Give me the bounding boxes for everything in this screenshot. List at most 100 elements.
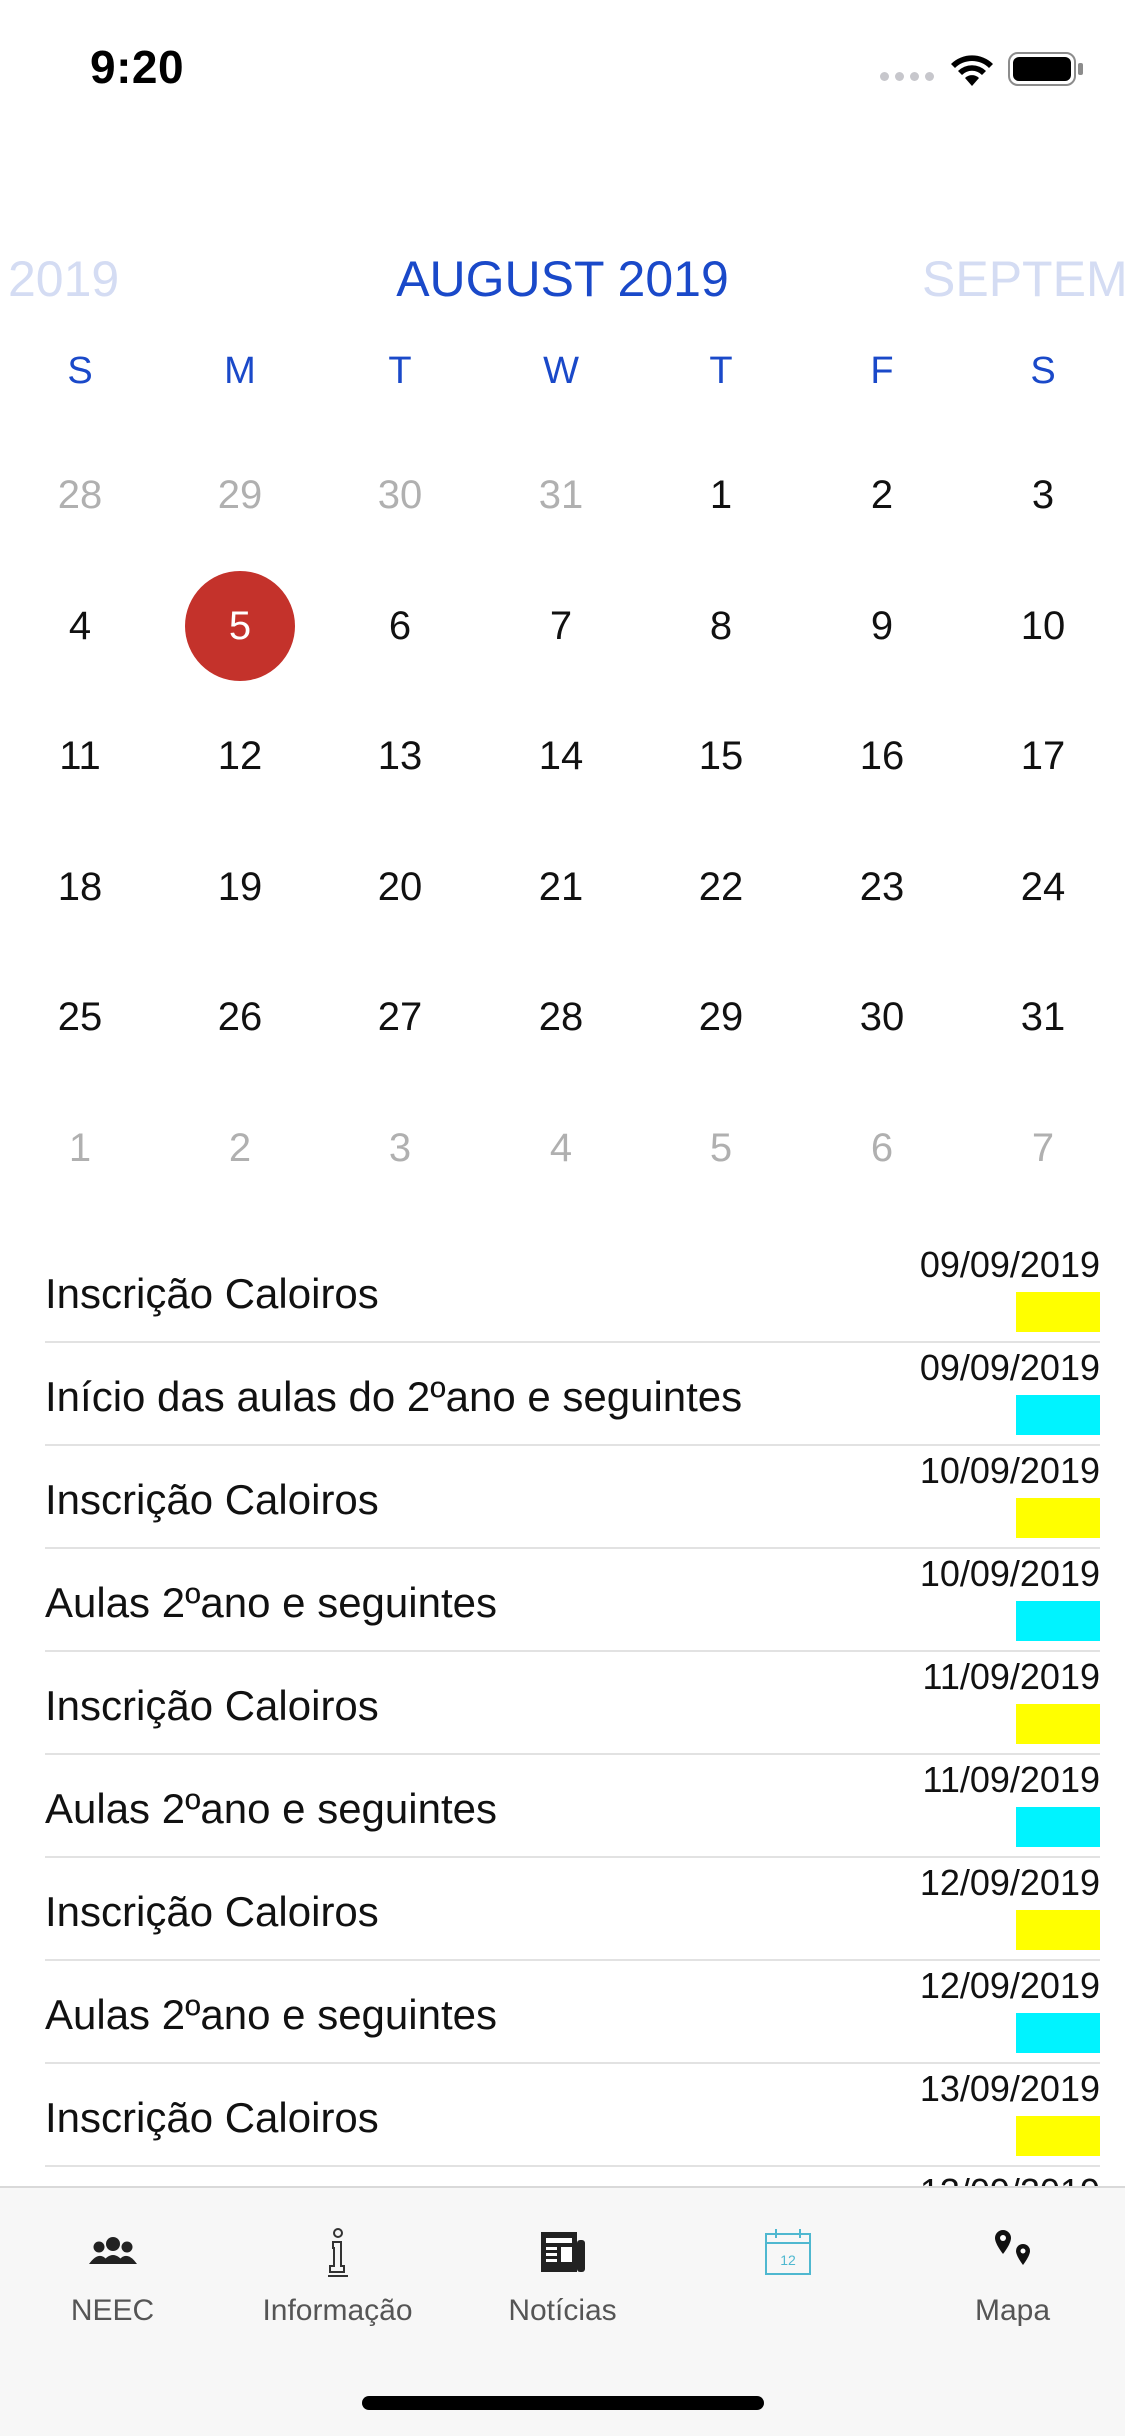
weekday-label: M (224, 350, 256, 392)
calendar-day[interactable]: 26 (185, 962, 295, 1072)
calendar-day[interactable]: 10 (988, 571, 1098, 681)
event-title: Inscrição Caloiros (45, 1682, 379, 1729)
event-row[interactable]: Início das aulas do 2ºano e seguintes 09/… (45, 1343, 1100, 1446)
calendar-day[interactable]: 15 (666, 701, 776, 811)
event-title: Inscrição Caloiros (45, 1888, 379, 1935)
tab-noticias[interactable]: Notícias (450, 2188, 675, 2348)
calendar-day[interactable]: 16 (827, 701, 937, 811)
event-row[interactable]: Inscrição Caloiros 13/09/2019 (45, 2064, 1100, 2167)
calendar-day[interactable]: 23 (827, 832, 937, 942)
event-title: Inscrição Caloiros (45, 1270, 379, 1317)
calendar-day[interactable]: 29 (185, 440, 295, 550)
event-color-tag (1016, 1395, 1100, 1435)
calendar-day[interactable]: 4 (506, 1093, 616, 1203)
event-date: 10/09/2019 (919, 1450, 1100, 1491)
event-date: 12/09/2019 (919, 1965, 1100, 2006)
calendar-day[interactable]: 28 (25, 440, 135, 550)
calendar-day[interactable]: 5 (666, 1093, 776, 1203)
calendar-day[interactable]: 6 (345, 571, 455, 681)
calendar-icon: 12 (764, 2229, 811, 2275)
event-title: Inscrição Caloiros (45, 1476, 379, 1523)
calendar-day[interactable]: 12 (185, 701, 295, 811)
tab-label: Mapa (974, 2294, 1051, 2327)
calendar-day[interactable]: 11 (25, 701, 135, 811)
calendar-day[interactable]: 25 (25, 962, 135, 1072)
event-row[interactable]: Aulas 2ºano e seguintes 11/09/2019 (45, 1755, 1100, 1858)
event-date: 13/09/2019 (919, 2068, 1100, 2109)
event-title: Aulas 2ºano e seguintes (45, 1991, 497, 2038)
map-pins-icon (994, 2230, 1030, 2265)
calendar-day[interactable]: 9 (827, 571, 937, 681)
calendar-day[interactable]: 19 (185, 832, 295, 942)
tab-informacao[interactable]: Informação (225, 2188, 450, 2348)
tab-label: Notícias (508, 2294, 617, 2327)
weekday-label: F (870, 350, 894, 392)
weekday-label: S (67, 350, 93, 392)
tab-neec[interactable]: NEEC (0, 2188, 225, 2348)
calendar-day[interactable]: 30 (827, 962, 937, 1072)
event-row[interactable]: Inscrição Caloiros 09/09/2019 (45, 1240, 1100, 1343)
event-color-tag (1016, 1292, 1100, 1332)
event-color-tag (1016, 1807, 1100, 1847)
event-row[interactable]: Inscrição Caloiros 10/09/2019 (45, 1446, 1100, 1549)
calendar-day[interactable]: 2 (185, 1093, 295, 1203)
status-bar: 9:20 (0, 0, 1125, 140)
calendar-day[interactable]: 2 (827, 440, 937, 550)
tab-label: NEEC (70, 2294, 155, 2327)
calendar-day-selected[interactable]: 5 (185, 570, 295, 681)
calendar-day[interactable]: 31 (506, 440, 616, 550)
tab-mapa[interactable]: Mapa (900, 2188, 1125, 2348)
weekday-header: SMTWTFS (0, 350, 1125, 410)
event-title: Início das aulas do 2ºano e seguintes (45, 1373, 743, 1420)
info-icon (327, 2228, 348, 2277)
calendar-day[interactable]: 24 (988, 832, 1098, 942)
calendar-day[interactable]: 20 (345, 832, 455, 942)
newspaper-icon (540, 2232, 585, 2272)
calendar-day[interactable]: 7 (506, 571, 616, 681)
next-month-label[interactable]: SEPTEMBER (922, 250, 1125, 308)
tab-label: Informação (262, 2294, 413, 2327)
event-date: 12/09/2019 (919, 1862, 1100, 1903)
calendar-day[interactable]: 29 (666, 962, 776, 1072)
calendar-day[interactable]: 8 (666, 571, 776, 681)
calendar-day[interactable]: 18 (25, 832, 135, 942)
event-row[interactable]: Aulas 2ºano e seguintes 10/09/2019 (45, 1549, 1100, 1652)
event-date: 09/09/2019 (919, 1347, 1100, 1388)
calendar-day[interactable]: 30 (345, 440, 455, 550)
status-time: 9:20 (90, 41, 185, 93)
calendar-day[interactable]: 6 (827, 1093, 937, 1203)
calendar-day[interactable]: 1 (25, 1093, 135, 1203)
calendar-day[interactable]: 4 (25, 571, 135, 681)
event-color-tag (1016, 1704, 1100, 1744)
weekday-label: W (543, 350, 579, 392)
weekday-label: T (709, 350, 733, 392)
calendar-day[interactable]: 28 (506, 962, 616, 1072)
event-color-tag (1016, 2116, 1100, 2156)
people-group-icon (88, 2237, 137, 2264)
home-indicator[interactable] (362, 2396, 764, 2410)
calendar-day[interactable]: 13 (345, 701, 455, 811)
wifi-icon (951, 55, 993, 86)
event-row[interactable]: Aulas 2ºano e seguintes 12/09/2019 (45, 1961, 1100, 2064)
calendar-day[interactable]: 7 (988, 1093, 1098, 1203)
weekday-label: S (1030, 350, 1056, 392)
calendar-day[interactable]: 14 (506, 701, 616, 811)
month-selector[interactable]: 2019 AUGUST 2019 SEPTEMBER (0, 240, 1125, 320)
weekday-label: T (388, 350, 412, 392)
calendar-day[interactable]: 3 (988, 440, 1098, 550)
calendar-day[interactable]: 3 (345, 1093, 455, 1203)
calendar-day[interactable]: 21 (506, 832, 616, 942)
calendar-day[interactable]: 22 (666, 832, 776, 942)
calendar-day[interactable]: 17 (988, 701, 1098, 811)
tab-calendario[interactable]: 12 (675, 2188, 900, 2348)
event-date: 13/09/2019 (920, 2171, 1100, 2186)
event-row[interactable]: 13/09/2019 (45, 2167, 1100, 2186)
event-color-tag (1016, 1498, 1100, 1538)
event-date: 11/09/2019 (922, 1656, 1100, 1697)
calendar-day[interactable]: 31 (988, 962, 1098, 1072)
calendar-day[interactable]: 27 (345, 962, 455, 1072)
calendar-day[interactable]: 1 (666, 440, 776, 550)
event-row[interactable]: Inscrição Caloiros 11/09/2019 (45, 1652, 1100, 1755)
calendar-day-grid: 28 29 30 31 1 2 3 4 5 6 7 8 9 10 11 12 13 14 15 16 17 18 19 20 2… (0, 440, 1125, 1220)
event-row[interactable]: Inscrição Caloiros 12/09/2019 (45, 1858, 1100, 1961)
